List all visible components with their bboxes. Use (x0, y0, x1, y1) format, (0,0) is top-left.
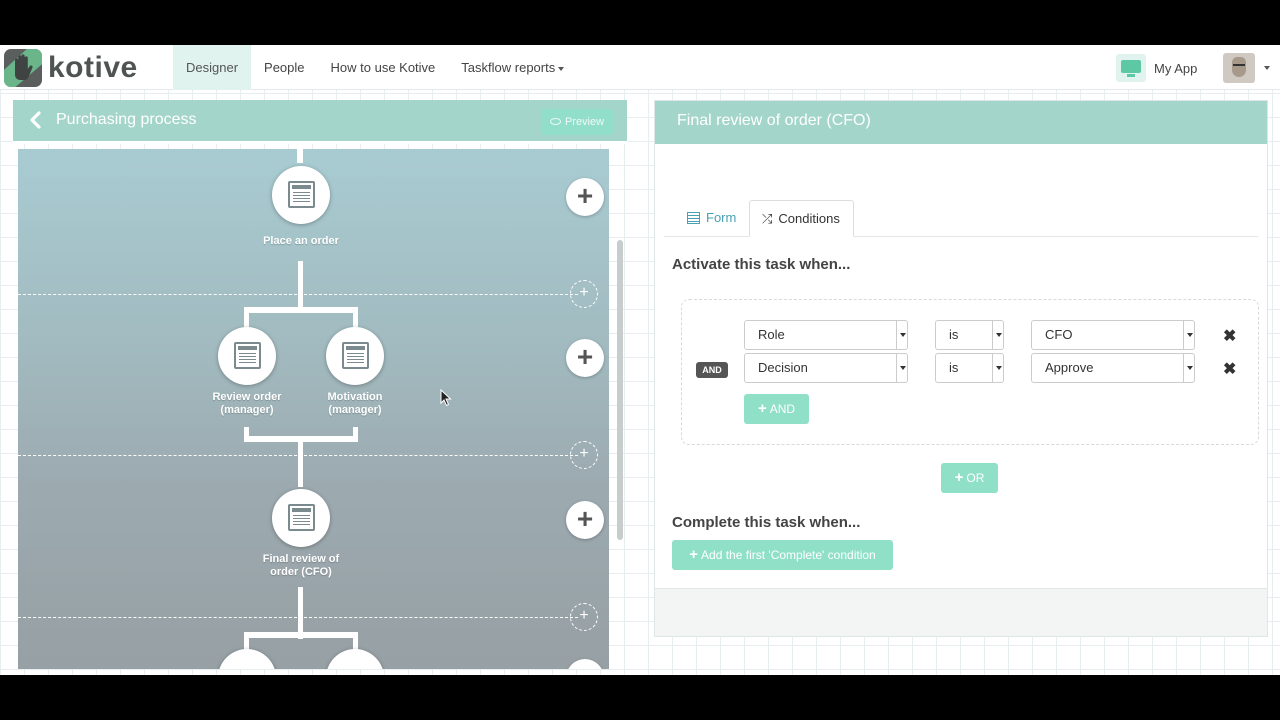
taskflow-designer-panel: Purchasing process Preview + + + + + + P… (13, 100, 627, 675)
tab-conditions-label: Conditions (778, 211, 840, 226)
task-node-motivation[interactable] (326, 327, 384, 385)
condition-value-value: CFO (1045, 327, 1073, 342)
add-task-button[interactable]: + (566, 501, 604, 539)
tab-form-label: Form (706, 210, 737, 225)
plus-icon: + (757, 400, 767, 417)
add-task-button[interactable]: + (566, 659, 604, 669)
add-and-label: AND (769, 402, 796, 416)
eye-icon (549, 117, 561, 125)
add-task-button[interactable]: + (566, 178, 604, 216)
add-complete-condition-label: Add the first 'Complete' condition (701, 548, 876, 562)
form-icon (687, 211, 700, 224)
dropdown-arrow-icon (1183, 354, 1194, 382)
add-and-button[interactable]: + AND (744, 394, 809, 424)
task-node-label-line: Review order (212, 391, 282, 403)
add-complete-condition-button[interactable]: + Add the first 'Complete' condition (672, 540, 893, 570)
chevron-left-icon[interactable] (29, 111, 43, 129)
tab-conditions[interactable]: ⤮ Conditions (749, 200, 854, 237)
dropdown-arrow-icon (896, 354, 907, 382)
preview-button-label: Preview (564, 116, 605, 128)
task-title: Final review of order (CFO) (677, 112, 871, 129)
task-node-partial[interactable] (218, 649, 276, 669)
shuffle-icon: ⤮ (762, 211, 773, 226)
stage-divider (18, 294, 578, 295)
monitor-icon (1116, 54, 1146, 82)
my-app-label: My App (1154, 60, 1198, 76)
stage-divider (18, 617, 578, 618)
task-node-label-line: (manager) (328, 404, 382, 416)
condition-field-select[interactable]: Decision (744, 353, 908, 383)
task-node-label-line: order (CFO) (270, 566, 332, 578)
condition-operator-select[interactable]: is (935, 320, 1004, 350)
condition-value-select[interactable]: Approve (1031, 353, 1195, 383)
app-window: kotive Designer People How to use Kotive… (0, 45, 1280, 675)
taskflow-title: Purchasing process (56, 111, 197, 128)
add-or-label: OR (966, 471, 985, 485)
task-node-label-line: Final review of (262, 553, 340, 565)
nav-people[interactable]: People (251, 45, 317, 90)
plus-icon: + (954, 469, 964, 486)
brand-name: kotive (48, 51, 138, 84)
insert-stage-button[interactable]: + (570, 280, 598, 308)
nav-taskflow-reports-label: Taskflow reports (461, 60, 556, 75)
task-node-partial[interactable] (326, 649, 384, 669)
plus-icon: + (689, 546, 699, 563)
task-node-final-review[interactable] (272, 489, 330, 547)
insert-stage-button[interactable]: + (570, 441, 598, 469)
condition-field-select[interactable]: Role (744, 320, 908, 350)
task-header: Final review of order (CFO) (655, 101, 1267, 144)
condition-operator-value: is (949, 360, 959, 375)
canvas-scrollbar-thumb[interactable] (617, 240, 623, 540)
condition-field-value: Role (758, 327, 785, 342)
form-icon (234, 342, 261, 369)
task-node-label: Review order (manager) (187, 391, 307, 417)
remove-condition-icon[interactable]: ✖ (1223, 326, 1236, 346)
nav-how-to-use[interactable]: How to use Kotive (318, 45, 449, 90)
complete-heading: Complete this task when... (672, 514, 861, 531)
form-icon (288, 181, 315, 208)
condition-operator-select[interactable]: is (935, 353, 1004, 383)
remove-condition-icon[interactable]: ✖ (1223, 359, 1236, 379)
add-or-button[interactable]: + OR (941, 463, 998, 493)
stage-divider (18, 455, 578, 456)
panel-footer (655, 588, 1267, 636)
avatar-chevron-down-icon[interactable] (1264, 66, 1270, 70)
taskflow-canvas[interactable]: + + + + + + + Place an order Review orde… (18, 149, 609, 669)
task-node-label: Place an order (263, 235, 339, 247)
form-icon (288, 504, 315, 531)
preview-button[interactable]: Preview (541, 109, 613, 135)
task-node-label-line: Motivation (327, 391, 383, 403)
activate-heading: Activate this task when... (672, 256, 851, 273)
condition-value-select[interactable]: CFO (1031, 320, 1195, 350)
top-navbar: kotive Designer People How to use Kotive… (0, 45, 1280, 90)
task-node-label: Motivation (manager) (295, 391, 415, 417)
task-node-label-line: (manager) (220, 404, 274, 416)
condition-operator-value: is (949, 327, 959, 342)
kotive-logo[interactable]: kotive (4, 48, 138, 88)
dropdown-arrow-icon (1183, 321, 1194, 349)
condition-field-value: Decision (758, 360, 808, 375)
tab-form[interactable]: Form (675, 200, 748, 237)
nav-designer[interactable]: Designer (173, 45, 252, 90)
dropdown-arrow-icon (992, 354, 1003, 382)
add-task-button[interactable]: + (566, 339, 604, 377)
designer-header: Purchasing process Preview (13, 100, 627, 144)
dropdown-arrow-icon (896, 321, 907, 349)
form-icon (342, 342, 369, 369)
task-node-place-an-order[interactable] (272, 166, 330, 224)
hand-logo-icon (4, 49, 42, 87)
task-node-label: Final review of order (CFO) (241, 553, 361, 579)
dropdown-arrow-icon (992, 321, 1003, 349)
mouse-cursor-icon (440, 389, 452, 407)
main-nav: Designer People How to use Kotive Taskfl… (173, 45, 577, 90)
my-app-button[interactable]: My App (1116, 54, 1197, 82)
task-settings-panel: Final review of order (CFO) Form ⤮ Condit… (654, 100, 1268, 637)
task-node-review-order[interactable] (218, 327, 276, 385)
condition-value-value: Approve (1045, 360, 1094, 375)
and-badge: AND (696, 362, 728, 378)
insert-stage-button[interactable]: + (570, 603, 598, 631)
avatar[interactable] (1223, 53, 1255, 83)
chevron-down-icon (558, 66, 565, 71)
nav-taskflow-reports[interactable]: Taskflow reports (448, 45, 577, 90)
